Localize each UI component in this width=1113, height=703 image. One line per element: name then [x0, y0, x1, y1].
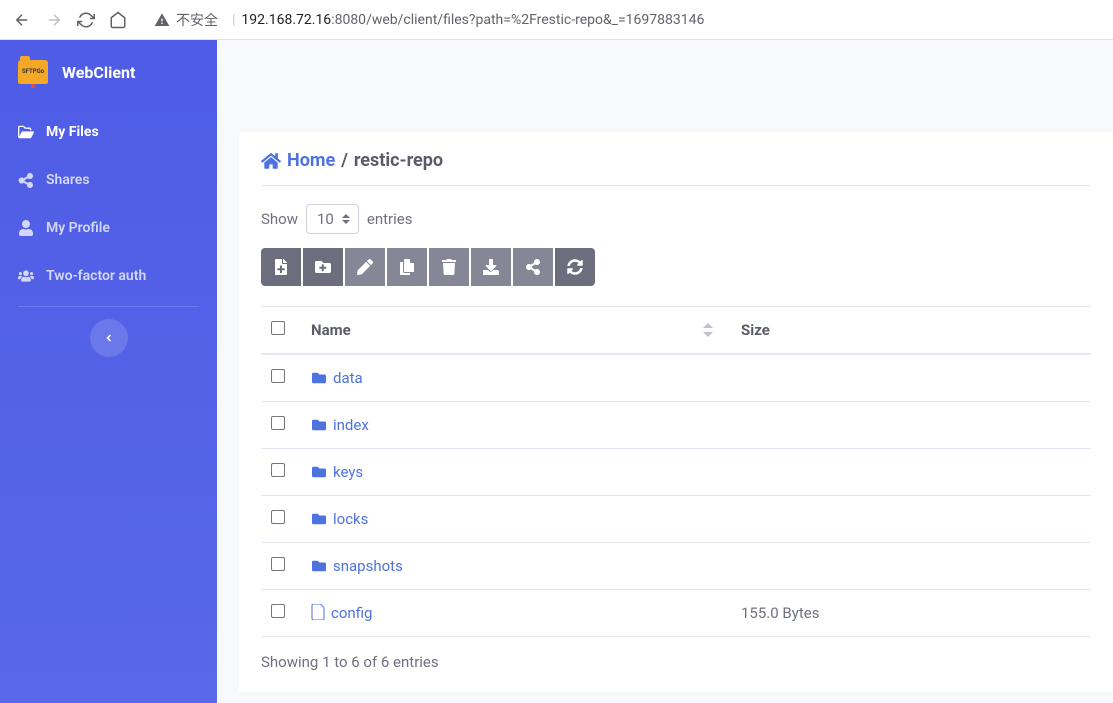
- folder-icon: [311, 418, 327, 432]
- sidebar-item-two-factor[interactable]: Two-factor auth: [0, 252, 217, 300]
- row-checkbox[interactable]: [271, 604, 285, 618]
- row-checkbox[interactable]: [271, 416, 285, 430]
- users-icon: [18, 268, 34, 284]
- url-host: 192.168.72.16: [241, 12, 331, 28]
- file-browser-card: Home / restic-repo Show 10 entries: [239, 132, 1113, 692]
- sidebar-item-my-files[interactable]: My Files: [0, 108, 217, 156]
- add-file-button[interactable]: [261, 248, 301, 286]
- select-all-checkbox[interactable]: [271, 321, 285, 335]
- file-size: [731, 496, 1091, 543]
- trash-icon: [441, 259, 457, 275]
- brand-name: WebClient: [62, 63, 135, 82]
- page-size-select[interactable]: 10: [306, 204, 359, 234]
- brand[interactable]: SFTPGo WebClient: [0, 40, 217, 108]
- file-size: [731, 543, 1091, 590]
- table-row: snapshots: [261, 543, 1091, 590]
- refresh-button[interactable]: [555, 248, 595, 286]
- sidebar-item-label: My Files: [46, 124, 99, 140]
- row-checkbox[interactable]: [271, 557, 285, 571]
- file-link[interactable]: keys: [333, 463, 363, 481]
- share-alt-icon: [525, 259, 541, 275]
- add-folder-button[interactable]: [303, 248, 343, 286]
- share-button[interactable]: [513, 248, 553, 286]
- brand-logo-icon: SFTPGo: [18, 60, 48, 84]
- user-icon: [18, 220, 34, 236]
- share-icon: [18, 172, 34, 188]
- file-size: 155.0 Bytes: [731, 590, 1091, 637]
- file-link[interactable]: config: [331, 604, 372, 622]
- sidebar-divider: [18, 306, 199, 307]
- edit-button[interactable]: [345, 248, 385, 286]
- folder-add-icon: [315, 259, 331, 275]
- table-footer-info: Showing 1 to 6 of 6 entries: [261, 653, 1091, 671]
- file-add-icon: [273, 259, 289, 275]
- copy-button[interactable]: [387, 248, 427, 286]
- content-area: Home / restic-repo Show 10 entries: [217, 40, 1113, 703]
- file-size: [731, 449, 1091, 496]
- row-checkbox[interactable]: [271, 510, 285, 524]
- sidebar-collapse-button[interactable]: [90, 319, 128, 357]
- delete-button[interactable]: [429, 248, 469, 286]
- entries-label: entries: [367, 210, 413, 228]
- breadcrumb-current: restic-repo: [354, 150, 443, 171]
- breadcrumb-home[interactable]: Home: [261, 150, 335, 171]
- browser-address-bar: 不安全 | 192.168.72.16:8080/web/client/file…: [0, 0, 1113, 40]
- insecure-label: 不安全: [176, 10, 218, 30]
- sidebar-item-my-profile[interactable]: My Profile: [0, 204, 217, 252]
- sidebar: SFTPGo WebClient My Files Shares My Prof…: [0, 40, 217, 703]
- home-icon: [261, 151, 281, 171]
- sidebar-item-label: Shares: [46, 172, 90, 188]
- table-row: keys: [261, 449, 1091, 496]
- file-size: [731, 402, 1091, 449]
- edit-icon: [357, 259, 373, 275]
- copy-icon: [399, 259, 415, 275]
- file-link[interactable]: index: [333, 416, 369, 434]
- breadcrumb: Home / restic-repo: [261, 150, 1091, 171]
- table-row: index: [261, 402, 1091, 449]
- url-field[interactable]: 不安全 | 192.168.72.16:8080/web/client/file…: [144, 6, 1105, 34]
- download-button[interactable]: [471, 248, 511, 286]
- breadcrumb-separator: /: [341, 150, 348, 171]
- file-link[interactable]: locks: [333, 510, 368, 528]
- file-icon: [311, 604, 325, 620]
- reload-button[interactable]: [72, 6, 100, 34]
- folder-open-icon: [18, 124, 34, 140]
- forward-button[interactable]: [40, 6, 68, 34]
- folder-icon: [311, 512, 327, 526]
- file-table: Name Size data index keys locks snapshots con…: [261, 306, 1091, 637]
- file-link[interactable]: snapshots: [333, 557, 403, 575]
- table-row: locks: [261, 496, 1091, 543]
- table-row: data: [261, 354, 1091, 402]
- download-icon: [483, 259, 499, 275]
- show-label: Show: [261, 210, 298, 228]
- page-size-control: Show 10 entries: [261, 204, 1091, 234]
- refresh-icon: [567, 259, 583, 275]
- chevron-left-icon: [103, 332, 115, 344]
- table-row: config 155.0 Bytes: [261, 590, 1091, 637]
- row-checkbox[interactable]: [271, 463, 285, 477]
- folder-icon: [311, 559, 327, 573]
- insecure-icon: 不安全: [154, 10, 218, 30]
- col-header-select: [261, 307, 301, 355]
- sidebar-item-shares[interactable]: Shares: [0, 156, 217, 204]
- row-checkbox[interactable]: [271, 369, 285, 383]
- file-link[interactable]: data: [333, 369, 363, 387]
- home-button[interactable]: [104, 6, 132, 34]
- folder-icon: [311, 465, 327, 479]
- col-header-size[interactable]: Size: [731, 307, 1091, 355]
- back-button[interactable]: [8, 6, 36, 34]
- file-toolbar: [261, 248, 1091, 286]
- folder-icon: [311, 371, 327, 385]
- sidebar-item-label: Two-factor auth: [46, 268, 146, 284]
- file-size: [731, 354, 1091, 402]
- col-header-name[interactable]: Name: [301, 307, 731, 355]
- url-path: /web/client/files?path=%2Frestic-repo&_=…: [366, 12, 704, 28]
- divider: [261, 185, 1091, 186]
- sidebar-item-label: My Profile: [46, 220, 110, 236]
